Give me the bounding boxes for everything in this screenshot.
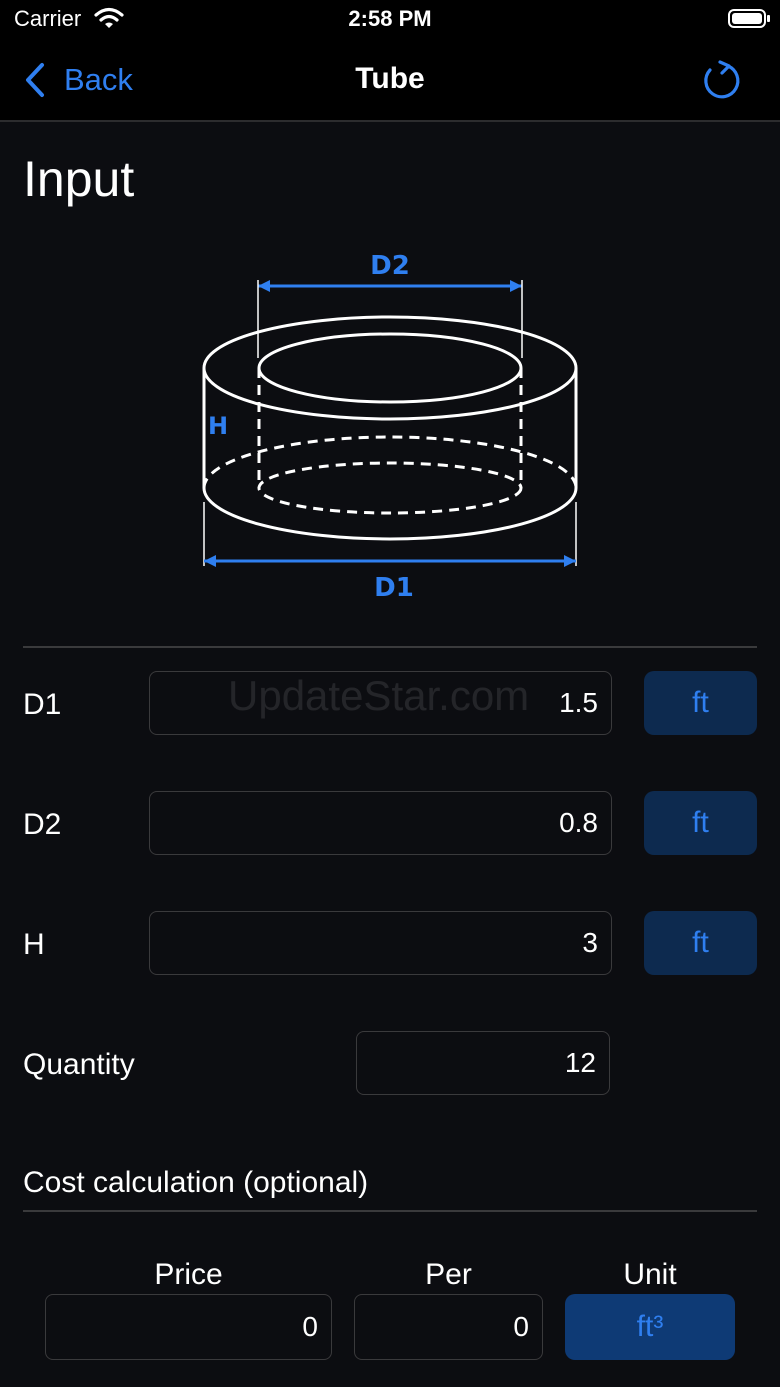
quantity-label: Quantity bbox=[23, 1048, 135, 1081]
d2-dimension-label: D2 bbox=[370, 251, 410, 281]
cost-unit-button[interactable]: ft³ bbox=[565, 1294, 735, 1360]
d2-unit-button[interactable]: ft bbox=[644, 791, 757, 855]
cost-section-title: Cost calculation (optional) bbox=[23, 1166, 369, 1199]
unit-header: Unit bbox=[623, 1258, 677, 1291]
quantity-input[interactable]: 12 bbox=[356, 1031, 610, 1095]
navigation-bar: Back Tube bbox=[0, 40, 780, 122]
d1-unit-button[interactable]: ft bbox=[644, 671, 757, 735]
per-header: Per bbox=[425, 1258, 472, 1291]
page-title: Tube bbox=[355, 62, 425, 95]
status-bar: Carrier 2:58 PM bbox=[0, 0, 780, 40]
per-input[interactable]: 0 bbox=[354, 1294, 543, 1360]
d1-dimension-label: D1 bbox=[374, 573, 414, 603]
tube-diagram: D2 H D1 bbox=[202, 251, 578, 603]
input-section-title: Input bbox=[23, 151, 135, 207]
h-dimension-label: H bbox=[208, 412, 228, 440]
d2-label: D2 bbox=[23, 808, 62, 841]
h-input[interactable]: 3 bbox=[149, 911, 612, 975]
input-divider bbox=[23, 646, 757, 648]
battery-icon bbox=[728, 9, 770, 28]
h-label: H bbox=[23, 928, 45, 961]
d1-input[interactable]: 1.5 bbox=[149, 671, 612, 735]
h-unit-button[interactable]: ft bbox=[644, 911, 757, 975]
cost-divider bbox=[23, 1210, 757, 1212]
price-header: Price bbox=[154, 1258, 223, 1291]
price-input[interactable]: 0 bbox=[45, 1294, 332, 1360]
d1-label: D1 bbox=[23, 688, 62, 721]
status-time: 2:58 PM bbox=[348, 6, 432, 31]
refresh-icon bbox=[704, 60, 740, 99]
refresh-button[interactable] bbox=[698, 58, 742, 102]
d2-input[interactable]: 0.8 bbox=[149, 791, 612, 855]
